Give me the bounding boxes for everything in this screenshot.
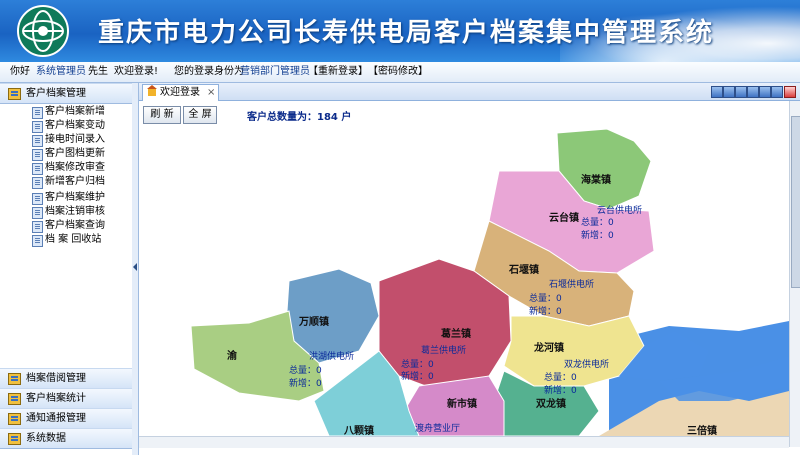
menu-label: 客户档案新增 — [45, 106, 105, 117]
town-label: 新市镇 — [447, 397, 477, 410]
sales-hall-label: 渡舟营业厅 — [415, 422, 460, 434]
menu-label: 档 案 回收站 — [45, 234, 102, 245]
new-label: 新增：0 — [401, 370, 434, 382]
town-label: 石堰镇 — [508, 263, 539, 276]
document-icon — [32, 135, 43, 147]
folder-icon — [8, 433, 21, 445]
document-icon — [32, 235, 43, 247]
horizontal-scrollbar[interactable] — [139, 436, 789, 448]
document-icon — [32, 121, 43, 133]
total-label: 总量：0 — [529, 292, 562, 304]
scroll-thumb[interactable] — [791, 116, 800, 288]
app-title: 重庆市电力公司长寿供电局客户档案集中管理系统 — [98, 18, 715, 48]
section-label: 客户档案管理 — [26, 88, 86, 99]
station-label: 葛兰供电所 — [421, 344, 466, 356]
tab-close-icon[interactable]: × — [207, 85, 215, 100]
menu-label: 接电时间录入 — [45, 134, 105, 145]
document-icon — [32, 207, 43, 219]
document-icon — [32, 163, 43, 175]
town-label: 葛兰镇 — [440, 327, 471, 340]
section-system-data[interactable]: 系统数据 — [0, 428, 132, 449]
sidebar: 客户档案管理 客户档案新增 客户档案变动 接电时间录入 客户图档更新 档案修改审… — [0, 83, 133, 455]
tab-welcome[interactable]: 欢迎登录 × — [142, 84, 219, 101]
total-label: 总量：0 — [289, 364, 322, 376]
menu-label: 客户档案维护 — [45, 192, 105, 203]
town-label: 龙河镇 — [533, 341, 564, 354]
document-icon — [32, 221, 43, 233]
section-borrow[interactable]: 档案借阅管理 — [0, 368, 132, 389]
new-label: 新增：0 — [529, 305, 562, 317]
section-label: 通知通报管理 — [26, 413, 86, 424]
document-icon — [32, 193, 43, 205]
relogin-link[interactable]: 【重新登录】 — [308, 62, 368, 82]
town-label: 云台镇 — [549, 211, 579, 224]
menu-label: 客户档案变动 — [45, 120, 105, 131]
tab-bar: 欢迎登录 × — [139, 83, 800, 101]
folder-icon — [8, 88, 21, 100]
document-icon — [32, 177, 43, 189]
station-label: 洪湖供电所 — [309, 350, 354, 362]
new-label: 新增：0 — [544, 384, 577, 396]
menu-label: 新增客户归档 — [45, 176, 105, 187]
folder-icon — [8, 413, 21, 425]
new-label: 新增：0 — [289, 377, 322, 389]
station-label: 双龙供电所 — [564, 358, 609, 370]
total-label: 总量：0 — [401, 358, 434, 370]
collapse-arrow-icon[interactable] — [133, 263, 137, 271]
tab-next-icon[interactable] — [759, 86, 771, 98]
folder-icon — [8, 393, 21, 405]
town-label: 海棠镇 — [581, 173, 611, 186]
section-statistics[interactable]: 客户档案统计 — [0, 388, 132, 409]
role-label: 您的登录身份为 — [174, 66, 244, 77]
menu-label: 档案修改审查 — [45, 162, 105, 173]
menu-label: 档案注销审核 — [45, 206, 105, 217]
fullscreen-button[interactable]: 全 屏 — [183, 106, 217, 124]
user-name: 系统管理员 — [36, 66, 86, 77]
section-notices[interactable]: 通知通报管理 — [0, 408, 132, 429]
section-customer-archive[interactable]: 客户档案管理 — [0, 83, 132, 104]
menu-label: 客户档案查询 — [45, 220, 105, 231]
tab-first-icon[interactable] — [711, 86, 723, 98]
home-icon — [147, 85, 157, 96]
customer-total: 客户总数量为：184 户 — [247, 112, 352, 123]
total-label: 总量：0 — [544, 371, 577, 383]
change-password-link[interactable]: 【密码修改】 — [368, 62, 428, 82]
tab-label: 欢迎登录 — [160, 87, 200, 98]
tab-last-icon[interactable] — [771, 86, 783, 98]
role-value: 营销部门管理员 — [240, 66, 310, 77]
vertical-scrollbar[interactable] — [789, 101, 800, 447]
section-label: 客户档案统计 — [26, 393, 86, 404]
welcome-text: 欢迎登录! — [114, 66, 159, 77]
station-label: 石堰供电所 — [549, 278, 594, 290]
sidebar-splitter[interactable] — [132, 83, 139, 455]
sgcc-logo-icon — [17, 5, 69, 57]
town-label: 三倍镇 — [687, 424, 717, 436]
close-all-icon[interactable] — [784, 86, 796, 98]
town-label: 双龙镇 — [536, 397, 566, 410]
total-label: 总量：0 — [581, 216, 614, 228]
tab-list-icon[interactable] — [747, 86, 759, 98]
refresh-button[interactable]: 刷 新 — [143, 106, 181, 124]
tab-refresh-icon[interactable] — [735, 86, 747, 98]
section-label: 系统数据 — [26, 433, 66, 444]
section-label: 档案借阅管理 — [26, 373, 86, 384]
town-label: 万顺镇 — [298, 315, 329, 328]
content-area: 海棠镇 云台镇 云台供电所 总量：0 新增：0 石堰镇 石堰供电所 总量：0 新… — [139, 101, 800, 455]
user-bar: 你好 系统管理员 先生 欢迎登录! 您的登录身份为 营销部门管理员 【重新登录】… — [0, 62, 800, 83]
town-label: 渝 — [227, 349, 238, 362]
district-map: 海棠镇 云台镇 云台供电所 总量：0 新增：0 石堰镇 石堰供电所 总量：0 新… — [190, 128, 789, 436]
greeting-text: 你好 — [10, 66, 30, 77]
tab-prev-icon[interactable] — [723, 86, 735, 98]
town-label: 八颗镇 — [343, 424, 374, 436]
document-icon — [32, 149, 43, 161]
new-label: 新增：0 — [581, 229, 614, 241]
folder-icon — [8, 373, 21, 385]
document-icon — [32, 107, 43, 119]
menu-label: 客户图档更新 — [45, 148, 105, 159]
station-label: 云台供电所 — [597, 204, 642, 216]
honorific-text: 先生 — [88, 66, 108, 77]
header-banner: 重庆市电力公司长寿供电局客户档案集中管理系统 — [0, 0, 800, 62]
